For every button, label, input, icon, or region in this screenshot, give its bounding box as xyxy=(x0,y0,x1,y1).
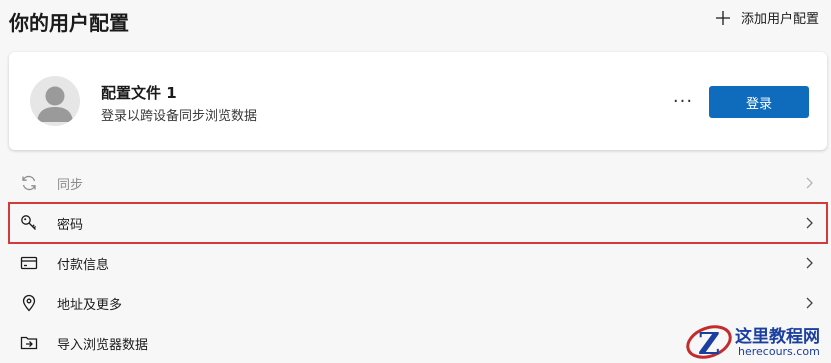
menu-item-sync[interactable]: 同步 xyxy=(9,163,827,203)
page-header: 你的用户配置 添加用户配置 xyxy=(0,0,831,44)
site-logo-icon: Z xyxy=(686,325,732,362)
more-options-button[interactable]: ··· xyxy=(669,87,697,115)
menu-item-label: 地址及更多 xyxy=(57,297,123,313)
plus-icon xyxy=(715,10,731,26)
menu-item-label: 同步 xyxy=(57,177,84,193)
chevron-right-icon xyxy=(806,297,813,309)
watermark-title: 这里教程网 xyxy=(735,327,820,347)
page-title: 你的用户配置 xyxy=(9,11,129,35)
import-folder-icon xyxy=(19,333,39,353)
add-profile-label: 添加用户配置 xyxy=(740,12,819,27)
watermark: Z 这里教程网 herecours.com xyxy=(683,318,831,363)
sync-icon xyxy=(19,173,39,193)
menu-item-label: 导入浏览器数据 xyxy=(57,337,149,353)
menu-item-label: 付款信息 xyxy=(57,257,110,273)
chevron-right-icon xyxy=(806,177,813,189)
watermark-url: herecours.com xyxy=(738,345,820,358)
chevron-right-icon xyxy=(806,257,813,269)
sign-in-button[interactable]: 登录 xyxy=(709,86,809,118)
profile-description: 登录以跨设备同步浏览数据 xyxy=(101,109,258,124)
chevron-right-icon xyxy=(806,217,813,229)
avatar[interactable] xyxy=(30,76,80,126)
add-profile-button[interactable]: 添加用户配置 xyxy=(715,8,819,27)
profile-card: 配置文件 1 登录以跨设备同步浏览数据 ··· 登录 xyxy=(9,52,827,150)
menu-item-passwords[interactable]: 密码 xyxy=(8,202,828,244)
menu-item-payment-info[interactable]: 付款信息 xyxy=(9,243,827,283)
key-icon xyxy=(19,213,39,233)
person-icon xyxy=(37,86,73,122)
menu-item-label: 密码 xyxy=(57,217,84,233)
svg-text:Z: Z xyxy=(698,327,720,362)
location-pin-icon xyxy=(19,293,39,313)
credit-card-icon xyxy=(19,253,39,273)
profile-name: 配置文件 1 xyxy=(101,84,177,102)
menu-item-addresses[interactable]: 地址及更多 xyxy=(9,283,827,323)
